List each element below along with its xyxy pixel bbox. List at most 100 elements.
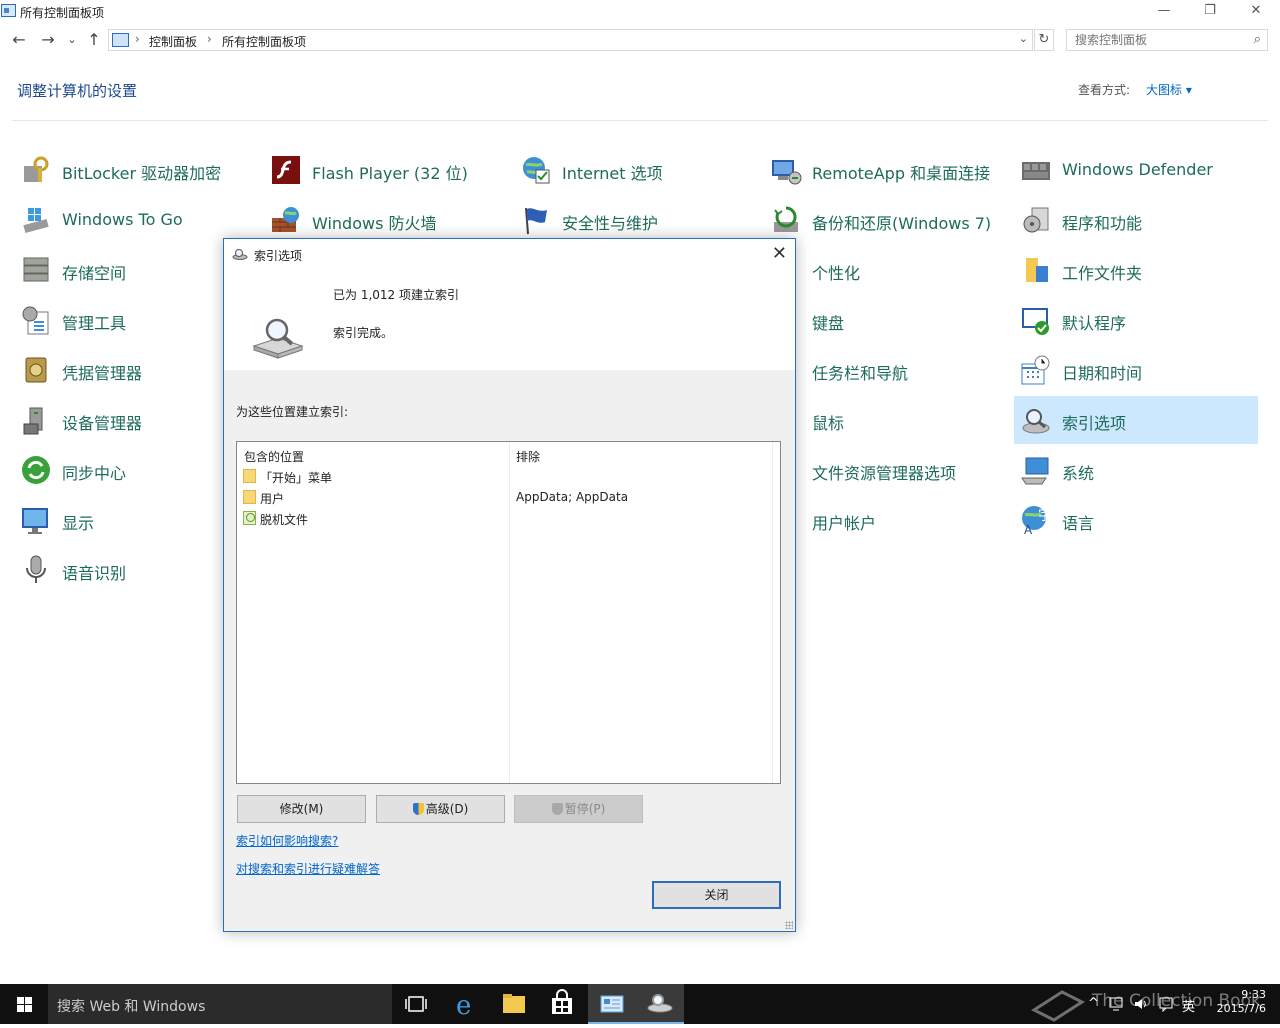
- cp-item-system[interactable]: 系统: [1014, 446, 1254, 494]
- back-arrow-icon[interactable]: ←: [9, 30, 29, 50]
- store-button[interactable]: [538, 984, 586, 1024]
- start-button[interactable]: [0, 984, 48, 1024]
- cp-item-label: 系统: [1062, 464, 1095, 483]
- breadcrumb-all-items[interactable]: 所有控制面板项: [222, 33, 306, 50]
- microphone-icon: [26, 555, 46, 583]
- modify-button-label: 修改(M): [279, 802, 324, 816]
- cp-item-device-manager[interactable]: 设备管理器: [14, 396, 254, 444]
- language-icon: A字: [1022, 506, 1052, 536]
- cp-item-windows-to-go[interactable]: Windows To Go: [14, 196, 254, 244]
- cp-item-backup-restore[interactable]: 备份和还原(Windows 7): [764, 196, 1004, 244]
- show-hidden-icons-chevron-icon[interactable]: ^: [1088, 996, 1099, 1011]
- cp-item-taskbar-navigation[interactable]: 任务栏和导航: [764, 346, 1004, 394]
- cp-item-display[interactable]: 显示: [14, 496, 254, 544]
- search-box[interactable]: ⌕: [1066, 29, 1268, 51]
- cp-item-work-folders[interactable]: 工作文件夹: [1014, 246, 1254, 294]
- cp-item-label: 存储空间: [62, 264, 127, 283]
- backup-icon: [774, 206, 798, 232]
- windows-logo-icon: [17, 997, 24, 1004]
- column-header-excluded[interactable]: 排除: [516, 448, 540, 465]
- cp-item-label: 设备管理器: [62, 414, 143, 433]
- input-method-indicator[interactable]: 英: [1182, 996, 1195, 1015]
- cp-item-label: Internet 选项: [562, 164, 663, 183]
- volume-icon[interactable]: [1133, 996, 1149, 1012]
- remoteapp-icon: [772, 160, 802, 185]
- cp-item-label: 鼠标: [812, 414, 845, 433]
- forward-arrow-icon[interactable]: →: [38, 30, 58, 50]
- cp-item-firewall[interactable]: Windows 防火墙: [264, 196, 504, 244]
- cp-item-file-explorer-options[interactable]: 文件资源管理器选项: [764, 446, 1004, 494]
- window-title: 所有控制面板项: [20, 6, 105, 20]
- cp-item-speech-recognition[interactable]: 语音识别: [14, 546, 254, 594]
- close-window-button[interactable]: ✕: [1233, 0, 1279, 24]
- view-by-label: 查看方式:: [1078, 83, 1131, 97]
- cp-item-security-maintenance[interactable]: 安全性与维护: [514, 196, 754, 244]
- control-panel-taskbar-button[interactable]: [588, 984, 636, 1024]
- file-explorer-button[interactable]: [490, 984, 538, 1024]
- refresh-icon[interactable]: ↻: [1034, 29, 1054, 51]
- clock-date: 2015/7/6: [1216, 1002, 1266, 1015]
- close-dialog-button[interactable]: 关闭: [652, 881, 781, 909]
- pause-button[interactable]: 暂停(P): [514, 795, 643, 823]
- view-by-dropdown[interactable]: 大图标 ▾: [1146, 81, 1192, 98]
- cp-item-internet-options[interactable]: Internet 选项: [514, 146, 754, 194]
- location-exclusions: AppData; AppData: [516, 490, 629, 504]
- troubleshoot-link[interactable]: 对搜索和索引进行疑难解答: [236, 860, 380, 877]
- cp-item-language[interactable]: A字 语言: [1014, 496, 1254, 544]
- network-icon[interactable]: [1108, 996, 1124, 1012]
- taskbar-search-box[interactable]: 搜索 Web 和 Windows: [48, 984, 392, 1024]
- cp-item-label: 用户帐户: [812, 514, 877, 533]
- cp-item-personalization[interactable]: 个性化: [764, 246, 1004, 294]
- search-input[interactable]: [1075, 32, 1235, 48]
- cp-item-remoteapp[interactable]: RemoteApp 和桌面连接: [764, 146, 1004, 194]
- resize-grip-icon[interactable]: [785, 921, 793, 929]
- taskbar-clock[interactable]: 9:33 2015/7/6: [1206, 988, 1266, 1016]
- column-header-included[interactable]: 包含的位置: [244, 448, 304, 465]
- recent-locations-icon[interactable]: ⌄: [62, 30, 82, 50]
- address-dropdown-icon[interactable]: ⌄: [1019, 32, 1028, 45]
- cp-item-label: 工作文件夹: [1062, 264, 1143, 283]
- action-center-icon[interactable]: [1158, 996, 1174, 1012]
- indexing-icon: [252, 318, 304, 359]
- task-view-button[interactable]: [392, 984, 440, 1024]
- indexing-icon: [232, 249, 248, 260]
- cp-item-user-accounts[interactable]: 用户帐户: [764, 496, 1004, 544]
- indexed-locations-list[interactable]: 包含的位置 排除 「开始」菜单 用户 AppData; AppData 脱机文件: [236, 441, 781, 784]
- breadcrumb-chevron-icon: ›: [207, 32, 212, 46]
- windows-logo-icon: [25, 1005, 32, 1012]
- address-bar[interactable]: › 控制面板 › 所有控制面板项 ⌄: [108, 29, 1033, 51]
- cp-item-mouse[interactable]: 鼠标: [764, 396, 1004, 444]
- cp-item-default-programs[interactable]: 默认程序: [1014, 296, 1254, 344]
- search-icon[interactable]: ⌕: [1254, 32, 1261, 47]
- indexing-help-link[interactable]: 索引如何影响搜索?: [236, 832, 338, 849]
- folder-icon: [243, 469, 256, 483]
- breadcrumb-control-panel[interactable]: 控制面板: [149, 33, 197, 50]
- advanced-button[interactable]: 高级(D): [376, 795, 505, 823]
- close-icon[interactable]: ✕: [772, 243, 787, 264]
- cp-item-label: 显示: [62, 514, 95, 533]
- cp-item-sync-center[interactable]: 同步中心: [14, 446, 254, 494]
- cp-item-bitlocker[interactable]: BitLocker 驱动器加密: [14, 146, 254, 194]
- indexing-options-taskbar-button[interactable]: [636, 984, 684, 1024]
- cp-item-programs-features[interactable]: 程序和功能: [1014, 196, 1254, 244]
- minimize-button[interactable]: —: [1141, 0, 1187, 24]
- cp-item-date-time[interactable]: 日期和时间: [1014, 346, 1254, 394]
- up-arrow-icon[interactable]: ↑: [84, 30, 104, 50]
- indexing-icon: [647, 994, 673, 1013]
- windows-logo-icon: [25, 997, 32, 1004]
- bitlocker-icon: [24, 156, 49, 182]
- edge-browser-button[interactable]: e: [442, 984, 490, 1024]
- defender-icon: [1022, 162, 1050, 180]
- cp-item-storage-spaces[interactable]: 存储空间: [14, 246, 254, 294]
- storage-icon: [23, 257, 49, 282]
- calendar-clock-icon: [1021, 355, 1050, 385]
- cp-item-flash-player[interactable]: Flash Player (32 位): [264, 146, 504, 194]
- cp-item-indexing-options[interactable]: 索引选项: [1014, 396, 1258, 444]
- cp-item-keyboard[interactable]: 键盘: [764, 296, 1004, 344]
- cp-item-admin-tools[interactable]: 管理工具: [14, 296, 254, 344]
- cp-item-credential-manager[interactable]: 凭据管理器: [14, 346, 254, 394]
- cp-item-windows-defender[interactable]: Windows Defender: [1014, 146, 1254, 194]
- maximize-button[interactable]: ❐: [1187, 0, 1233, 24]
- dialog-title: 索引选项: [254, 249, 303, 263]
- modify-button[interactable]: 修改(M): [237, 795, 366, 823]
